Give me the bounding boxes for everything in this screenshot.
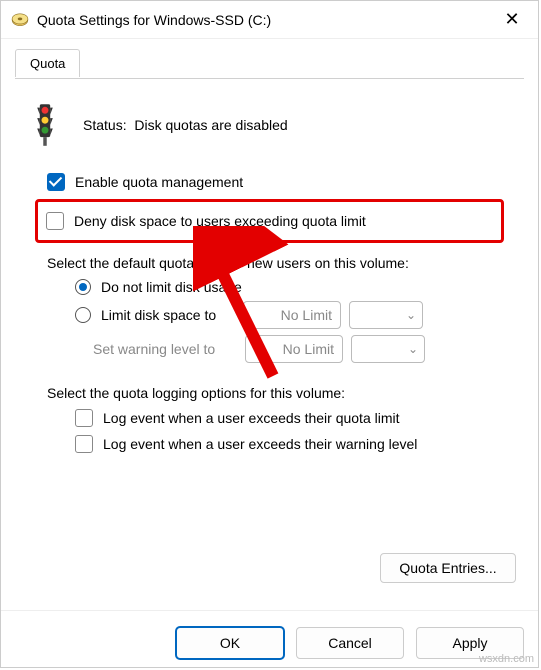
no-limit-radio-row[interactable]: Do not limit disk usage xyxy=(75,279,514,295)
status-row: Status: Disk quotas are disabled xyxy=(25,99,514,151)
titlebar: Quota Settings for Windows-SSD (C:) ✕ xyxy=(1,1,538,39)
warning-row: Set warning level to ⌄ xyxy=(75,335,514,363)
log-warning-row[interactable]: Log event when a user exceeds their warn… xyxy=(75,435,514,453)
log-exceed-label: Log event when a user exceeds their quot… xyxy=(103,410,400,426)
warning-value-input[interactable] xyxy=(245,335,343,363)
limit-value-input[interactable] xyxy=(243,301,341,329)
limit-radio[interactable] xyxy=(75,307,91,323)
window-title: Quota Settings for Windows-SSD (C:) xyxy=(37,12,496,28)
quota-panel: Status: Disk quotas are disabled Enable … xyxy=(15,79,524,471)
limit-radio-row[interactable]: Limit disk space to ⌄ xyxy=(75,301,514,329)
log-warning-checkbox[interactable] xyxy=(75,435,93,453)
status-label: Status: Disk quotas are disabled xyxy=(83,117,288,133)
log-exceed-row[interactable]: Log event when a user exceeds their quot… xyxy=(75,409,514,427)
tab-strip: Quota xyxy=(15,49,524,79)
no-limit-radio[interactable] xyxy=(75,279,91,295)
ok-button[interactable]: OK xyxy=(176,627,284,659)
warning-label: Set warning level to xyxy=(93,341,231,357)
traffic-light-icon xyxy=(25,99,65,151)
content-area: Quota Status: D xyxy=(1,39,538,471)
limit-heading: Select the default quota limit for new u… xyxy=(47,255,514,271)
cancel-button[interactable]: Cancel xyxy=(296,627,404,659)
dialog-footer: OK Cancel Apply xyxy=(1,610,538,659)
enable-quota-label: Enable quota management xyxy=(75,174,243,190)
log-exceed-checkbox[interactable] xyxy=(75,409,93,427)
quota-entries-button[interactable]: Quota Entries... xyxy=(380,553,516,583)
logging-heading: Select the quota logging options for thi… xyxy=(47,385,514,401)
log-warning-label: Log event when a user exceeds their warn… xyxy=(103,436,417,452)
enable-quota-row[interactable]: Enable quota management xyxy=(47,173,514,191)
no-limit-label: Do not limit disk usage xyxy=(101,279,242,295)
deny-space-row[interactable]: Deny disk space to users exceeding quota… xyxy=(35,199,504,243)
close-button[interactable]: ✕ xyxy=(496,9,528,30)
watermark: wsxdn.com xyxy=(479,653,534,665)
tab-quota[interactable]: Quota xyxy=(15,49,80,77)
limit-label: Limit disk space to xyxy=(101,307,229,323)
disk-icon xyxy=(11,11,29,29)
enable-quota-checkbox[interactable] xyxy=(47,173,65,191)
quota-settings-dialog: Quota Settings for Windows-SSD (C:) ✕ Qu… xyxy=(0,0,539,668)
deny-space-label: Deny disk space to users exceeding quota… xyxy=(74,213,366,229)
warning-unit-dropdown[interactable]: ⌄ xyxy=(351,335,425,363)
limit-unit-dropdown[interactable]: ⌄ xyxy=(349,301,423,329)
deny-space-checkbox[interactable] xyxy=(46,212,64,230)
